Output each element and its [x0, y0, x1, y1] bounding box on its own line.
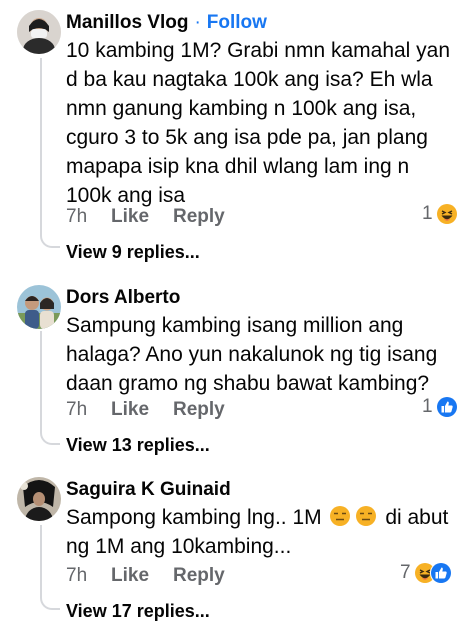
author-name[interactable]: Saguira K Guinaid [66, 479, 231, 501]
timestamp[interactable]: 7h [66, 206, 111, 228]
expressionless-face-icon [329, 505, 351, 527]
timestamp[interactable]: 7h [66, 399, 111, 421]
like-button[interactable]: Like [111, 206, 173, 228]
like-button[interactable]: Like [111, 565, 173, 587]
reply-button[interactable]: Reply [173, 399, 225, 421]
author-name[interactable]: Manillos Vlog [66, 12, 188, 34]
comment-text: Sampung kambing isang million ang halaga… [66, 314, 438, 395]
reaction-summary[interactable]: 7 [400, 562, 452, 584]
comment-text: 10 kambing 1M? Grabi nmn kamahal yan d b… [66, 39, 451, 207]
view-replies-link[interactable]: View 17 replies... [66, 601, 210, 622]
like-icon [435, 396, 458, 418]
avatar-image [17, 10, 61, 54]
author-name[interactable]: Dors Alberto [66, 287, 180, 309]
avatar-image [17, 285, 61, 329]
reply-button[interactable]: Reply [173, 565, 225, 587]
thread-curve [40, 596, 60, 610]
comment-3: Saguira K Guinaid Sampong kambing lng.. … [0, 469, 474, 629]
avatar-image [17, 477, 61, 521]
reply-button[interactable]: Reply [173, 206, 225, 228]
haha-icon [435, 203, 458, 225]
reaction-summary[interactable]: 1 [422, 396, 458, 418]
thread-line [40, 525, 42, 597]
follow-button[interactable]: Follow [207, 12, 267, 34]
comment-text: Sampong kambing lng.. 1M di abut ng 1M a… [66, 503, 456, 561]
comment-text-part: Sampong kambing lng.. 1M [66, 506, 322, 529]
reaction-count: 1 [422, 203, 433, 224]
timestamp[interactable]: 7h [66, 565, 111, 587]
thread-curve [40, 431, 60, 445]
separator-dot: · [194, 12, 201, 33]
reaction-summary[interactable]: 1 [422, 203, 458, 225]
like-icon [429, 562, 452, 584]
like-button[interactable]: Like [111, 399, 173, 421]
thread-line [40, 58, 42, 234]
reaction-count: 7 [400, 562, 411, 583]
thread-line [40, 331, 42, 431]
view-replies-link[interactable]: View 9 replies... [66, 242, 200, 263]
comment-2: Dors Alberto Sampung kambing isang milli… [0, 275, 474, 465]
avatar[interactable] [17, 477, 61, 521]
view-replies-link[interactable]: View 13 replies... [66, 435, 210, 456]
avatar[interactable] [17, 10, 61, 54]
expressionless-face-icon [355, 505, 377, 527]
thread-curve [40, 234, 60, 248]
avatar[interactable] [17, 285, 61, 329]
comment-1: Manillos Vlog · Follow 10 kambing 1M? Gr… [0, 0, 474, 270]
reaction-count: 1 [422, 396, 433, 417]
